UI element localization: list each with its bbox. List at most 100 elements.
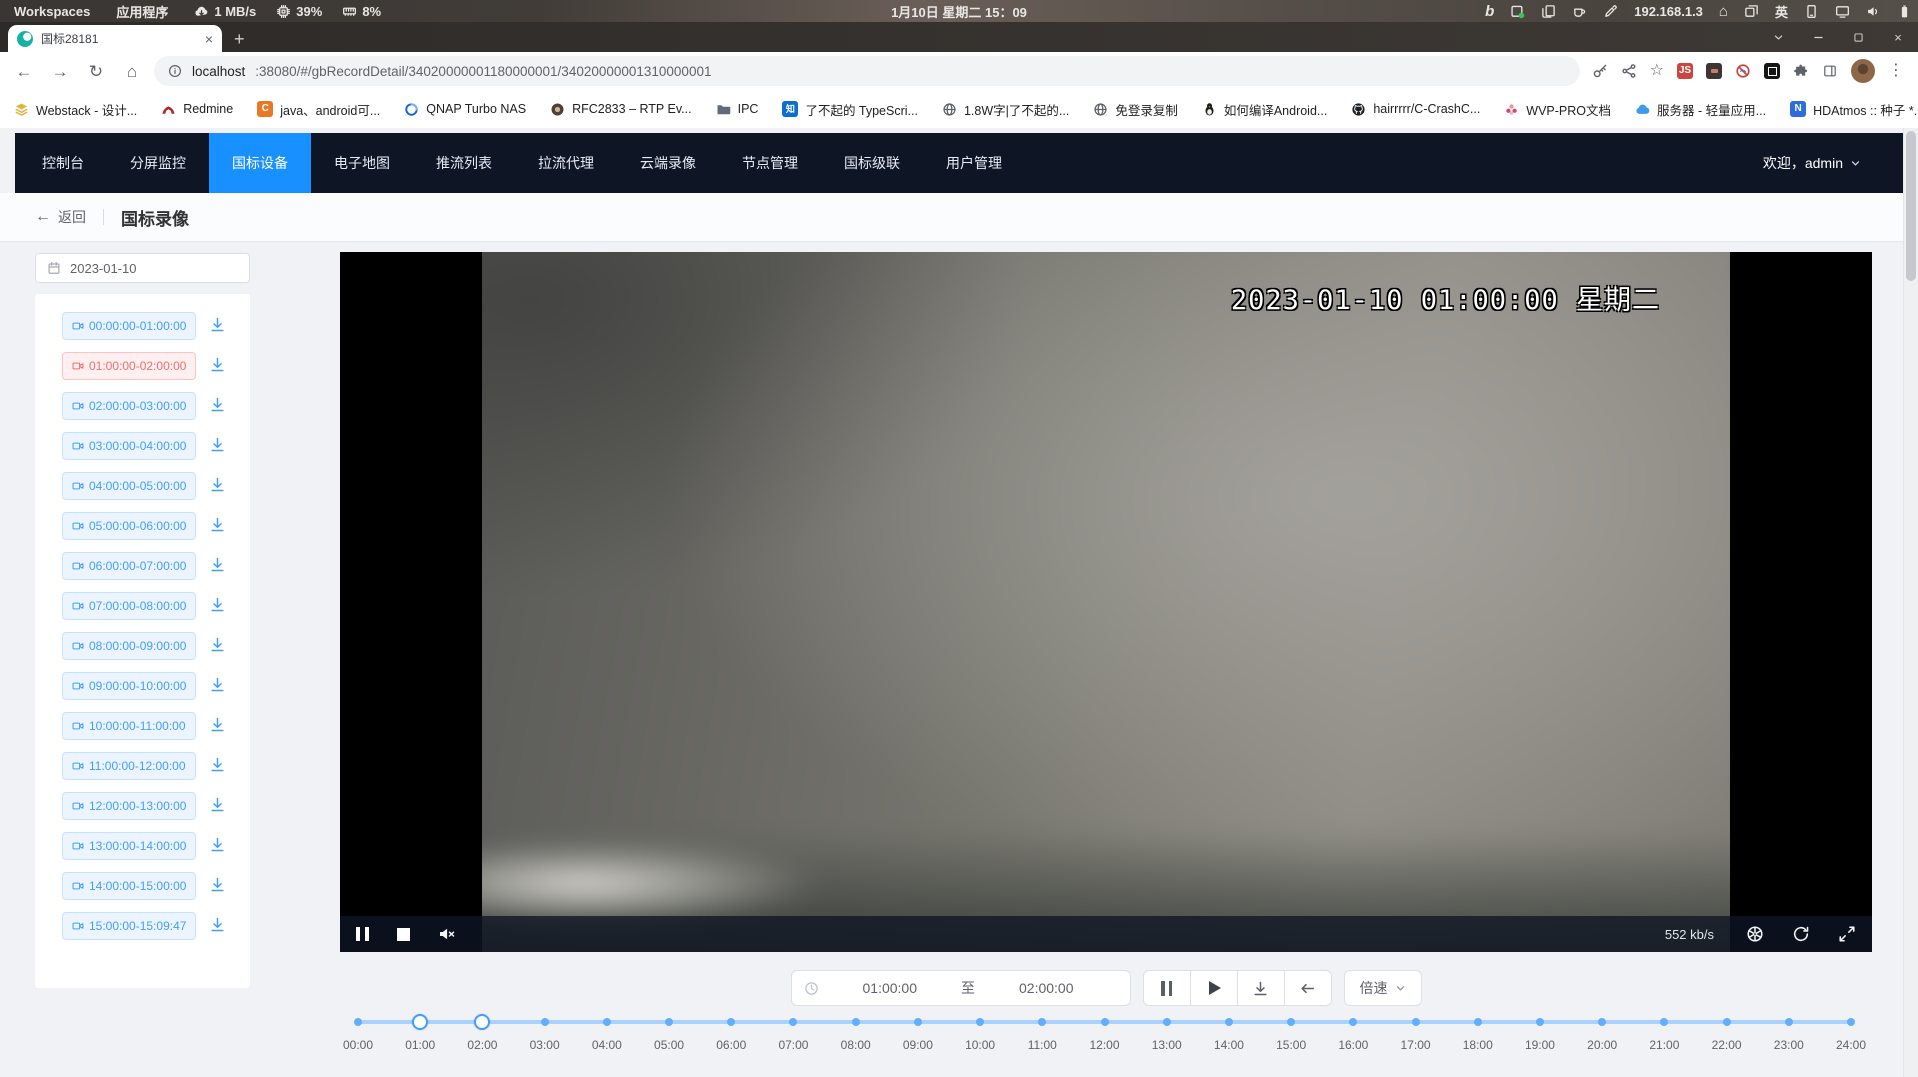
download-button[interactable] [209,516,226,536]
timeline-hour-dot[interactable] [1163,1018,1171,1026]
bookmark-item[interactable]: hairrrrr/C-CrashC... [1351,102,1480,117]
star-icon[interactable]: ☆ [1650,63,1664,79]
bookmark-item[interactable]: RFC2833 – RTP Ev... [550,102,692,117]
battery-icon[interactable] [1897,4,1912,19]
tablet-icon[interactable] [1804,4,1819,19]
download-button[interactable] [209,756,226,776]
recording-segment-button[interactable]: 00:00:00-01:00:00 [62,312,196,340]
recording-segment-button[interactable]: 04:00:00-05:00:00 [62,472,196,500]
info-icon[interactable] [168,64,182,78]
nav-item[interactable]: 电子地图 [311,133,413,193]
recording-segment-button[interactable]: 15:00:00-15:09:47 [62,912,196,940]
scrollbar[interactable] [1903,128,1918,1077]
sidepanel-ext-icon[interactable] [1822,63,1838,79]
download-button[interactable] [209,676,226,696]
recording-segment-button[interactable]: 05:00:00-06:00:00 [62,512,196,540]
minimize-icon[interactable] [1798,22,1838,52]
timeline-hour-dot[interactable] [1847,1018,1855,1026]
timeline-hour-dot[interactable] [1101,1018,1109,1026]
tab-close-icon[interactable]: × [205,32,213,46]
nav-item[interactable]: 云端录像 [617,133,719,193]
nav-item[interactable]: 国标设备 [209,133,311,193]
timeline-hour-dot[interactable] [1038,1018,1046,1026]
mute-icon[interactable] [438,925,456,943]
timeline-hour-dot[interactable] [1598,1018,1606,1026]
scrollbar-thumb[interactable] [1906,131,1916,281]
download-button[interactable] [209,476,226,496]
timeline-hour-dot[interactable] [1660,1018,1668,1026]
timeline-hour-dot[interactable] [727,1018,735,1026]
recording-segment-button[interactable]: 10:00:00-11:00:00 [62,712,196,740]
puzzle-icon[interactable] [1793,63,1809,79]
end-time-value[interactable]: 02:00:00 [975,980,1118,996]
address-bar[interactable]: localhost:38080/#/gbRecordDetail/3402000… [154,56,1580,86]
download-button[interactable] [209,596,226,616]
recording-segment-button[interactable]: 13:00:00-14:00:00 [62,832,196,860]
stop-icon[interactable] [397,928,410,941]
window-menu-chevron-icon[interactable] [1758,22,1798,52]
time-range-input[interactable]: 01:00:00 至 02:00:00 [791,970,1131,1006]
js-ext-icon[interactable]: JS [1677,63,1693,79]
ip-address-indicator[interactable]: 192.168.1.3 [1634,4,1703,19]
home-icon[interactable]: ⌂ [118,57,146,85]
timeline-hour-dot[interactable] [914,1018,922,1026]
frame-ext-icon[interactable] [1764,63,1780,79]
timeline-hour-dot[interactable] [541,1018,549,1026]
download-button[interactable] [1237,970,1285,1006]
color-picker-icon[interactable] [1603,4,1618,19]
bookmark-item[interactable]: 1.8W字|了不起的... [942,100,1069,119]
download-button[interactable] [209,356,226,376]
browser-tab[interactable]: 国标28181 × [8,25,222,52]
nav-item[interactable]: 国标级联 [821,133,923,193]
refresh-icon[interactable] [1792,925,1810,943]
timeline-handle[interactable] [474,1014,490,1030]
download-button[interactable] [209,396,226,416]
download-button[interactable] [209,556,226,576]
start-time-value[interactable]: 01:00:00 [819,980,962,996]
fullscreen-icon[interactable] [1838,925,1856,943]
app-update-icon[interactable] [1510,4,1525,19]
home-icon[interactable]: ⌂ [1719,4,1728,19]
pause-button[interactable] [1143,970,1191,1006]
date-picker-input[interactable]: 2023-01-10 [35,253,250,283]
timeline-hour-dot[interactable] [1225,1018,1233,1026]
key-icon[interactable] [1592,63,1608,79]
download-button[interactable] [209,916,226,936]
timeline-hour-dot[interactable] [1536,1018,1544,1026]
recording-segment-button[interactable]: 11:00:00-12:00:00 [62,752,196,780]
nav-item[interactable]: 控制台 [19,133,107,193]
user-menu[interactable]: 欢迎，admin [1763,133,1903,193]
timeline-hour-dot[interactable] [1287,1018,1295,1026]
display-icon[interactable] [1835,4,1850,19]
menu-dots-icon[interactable]: ⋮ [1888,63,1904,79]
recording-segment-button[interactable]: 03:00:00-04:00:00 [62,432,196,460]
video-player[interactable]: 2023-01-10 01:00:00 星期二 552 kb/s [340,252,1872,952]
recording-segment-button[interactable]: 06:00:00-07:00:00 [62,552,196,580]
timeline-hour-dot[interactable] [1349,1018,1357,1026]
recording-segment-button[interactable]: 01:00:00-02:00:00 [62,352,196,380]
recording-segment-button[interactable]: 02:00:00-03:00:00 [62,392,196,420]
bookmark-item[interactable]: WVP-PRO文档 [1504,100,1611,119]
download-button[interactable] [209,316,226,336]
timeline-hour-dot[interactable] [789,1018,797,1026]
nav-item[interactable]: 用户管理 [923,133,1025,193]
shutter-icon[interactable] [1746,925,1764,943]
reload-icon[interactable]: ↻ [82,57,110,85]
bookmark-item[interactable]: 如何编译Android... [1202,100,1328,119]
bing-icon[interactable]: b [1485,4,1494,19]
download-button[interactable] [209,796,226,816]
timeline-hour-dot[interactable] [1785,1018,1793,1026]
overview-icon[interactable] [1744,4,1759,19]
pause-icon[interactable] [356,927,369,941]
bookmark-item[interactable]: 知了不起的 TypeScri... [782,100,918,119]
nav-item[interactable]: 拉流代理 [515,133,617,193]
recording-segment-button[interactable]: 07:00:00-08:00:00 [62,592,196,620]
clock[interactable]: 1月10日 星期二 15：09 [891,2,1027,21]
bookmark-item[interactable]: Cjava、android可... [257,100,380,119]
back-button[interactable]: ← 返回 [35,207,86,227]
nav-item[interactable]: 推流列表 [413,133,515,193]
nav-item[interactable]: 分屏监控 [107,133,209,193]
close-window-icon[interactable]: × [1878,22,1918,52]
share-icon[interactable] [1621,63,1637,79]
timeline-hour-dot[interactable] [665,1018,673,1026]
